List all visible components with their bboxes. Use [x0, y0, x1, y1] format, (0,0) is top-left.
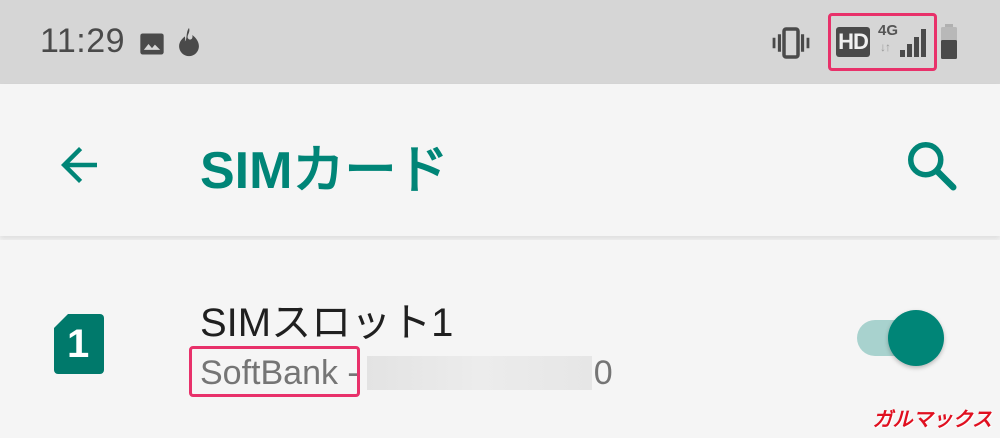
status-bar: 11:29 HD 4G ↓↑ — [0, 0, 1000, 84]
masked-phone-number — [366, 356, 592, 390]
status-time: 11:29 — [40, 22, 126, 60]
toggle-thumb[interactable] — [888, 310, 944, 366]
sim-list — [0, 240, 1000, 438]
search-icon[interactable] — [902, 136, 962, 196]
carrier-highlight-box — [189, 346, 360, 397]
watermark-logo: ガルマックス — [872, 409, 992, 431]
page-title: SIMカード — [200, 142, 449, 200]
arrow-back-icon[interactable] — [52, 138, 106, 192]
flame-icon — [179, 27, 199, 57]
sim-slot-title: SIMスロット1 — [200, 301, 454, 345]
toolbar — [0, 84, 1000, 236]
phone-number-suffix: 0 — [593, 354, 613, 392]
battery-icon — [941, 24, 957, 59]
network-highlight-box — [828, 13, 937, 71]
vibrate-icon — [772, 27, 810, 59]
sim-slot-number: 1 — [67, 322, 90, 366]
image-icon — [140, 33, 164, 55]
